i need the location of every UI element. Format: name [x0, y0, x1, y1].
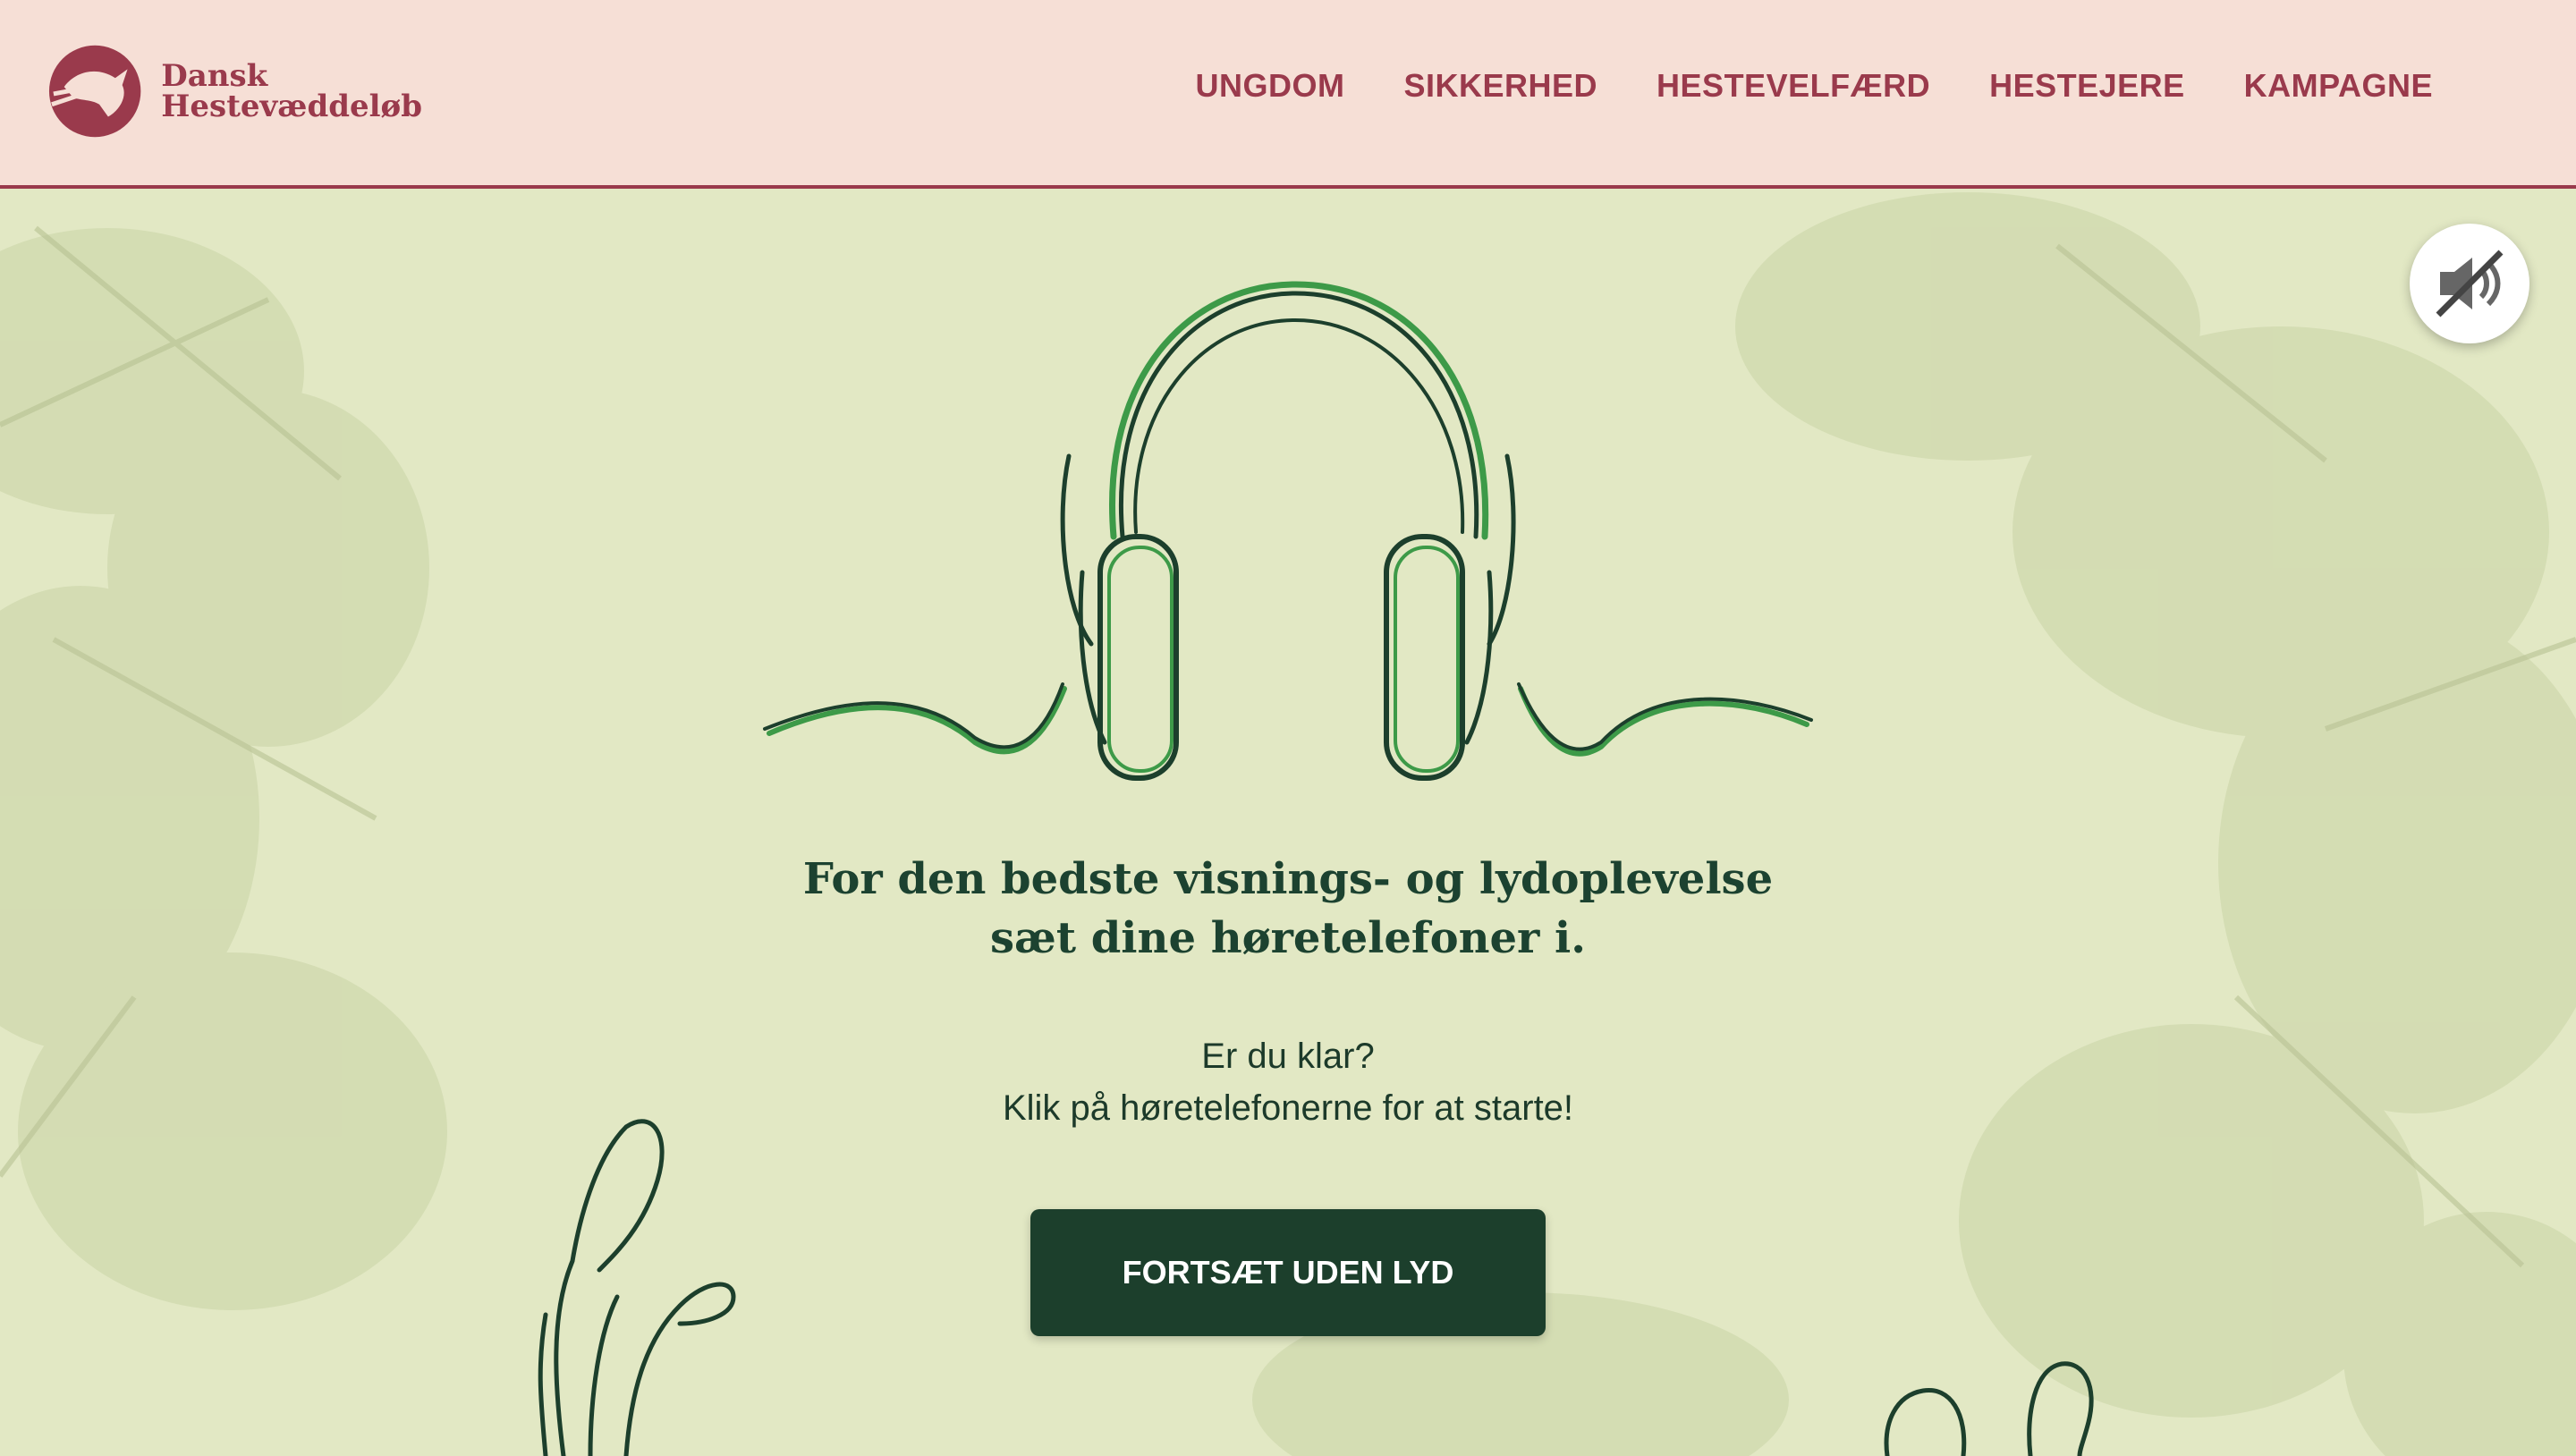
- mute-toggle-button[interactable]: [2410, 224, 2529, 343]
- brand-logo[interactable]: Dansk Hestevæddeløb: [47, 38, 422, 145]
- line-drawing-figure-left: [538, 1119, 736, 1456]
- nav-item-kampagne[interactable]: KAMPAGNE: [2244, 67, 2433, 105]
- headphones-start-button[interactable]: [760, 268, 1816, 805]
- horse-logo-icon: [48, 45, 141, 138]
- intro-subtitle-line2: Klik på høretelefonerne for at starte!: [1002, 1088, 1574, 1128]
- continue-without-sound-button[interactable]: FORTSÆT UDEN LYD: [1030, 1209, 1546, 1336]
- intro-title: For den bedste visnings- og lydoplevelse…: [751, 850, 1825, 968]
- brand-name: Dansk Hestevæddeløb: [161, 61, 422, 122]
- intro-subtitle-line1: Er du klar?: [1201, 1037, 1375, 1076]
- nav-item-ungdom[interactable]: UNGDOM: [1196, 67, 1345, 105]
- nav-item-hestevelfaerd[interactable]: HESTEVELFÆRD: [1657, 67, 1930, 105]
- intro-title-line2: sæt dine høretelefoner i.: [990, 913, 1586, 963]
- brand-line2: Hestevæddeløb: [161, 89, 422, 124]
- intro-subtitle: Er du klar? Klik på høretelefonerne for …: [751, 1030, 1825, 1134]
- main-nav: UNGDOM SIKKERHED HESTEVELFÆRD HESTEJERE …: [1196, 67, 2433, 105]
- site-header: Dansk Hestevæddeløb UNGDOM SIKKERHED HES…: [0, 0, 2576, 189]
- nav-item-sikkerhed[interactable]: SIKKERHED: [1404, 67, 1598, 105]
- speaker-muted-icon: [2436, 250, 2504, 317]
- nav-item-hestejere[interactable]: HESTEJERE: [1989, 67, 2185, 105]
- intro-title-line1: For den bedste visnings- og lydoplevelse: [802, 854, 1774, 904]
- line-drawing-figure-right: [1884, 1361, 2094, 1456]
- brand-line1: Dansk: [161, 58, 268, 94]
